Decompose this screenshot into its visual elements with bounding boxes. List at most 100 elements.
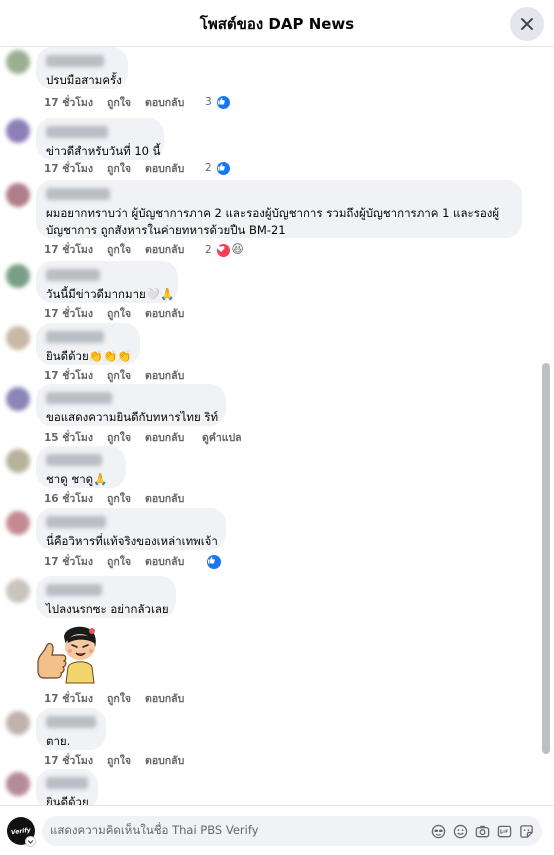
translate-link[interactable]: ดูคำแปล [202, 429, 242, 446]
comment-bubble: ไปลงนรกซะ อย่ากลัวเลย [36, 576, 176, 618]
commenter-name[interactable] [46, 392, 112, 404]
dialog-header: โพสต์ของ DAP News [0, 0, 554, 47]
like-button[interactable]: ถูกใจ [107, 94, 145, 111]
comment-bubble: ตาย. [36, 708, 106, 750]
commenter-avatar[interactable] [6, 711, 30, 735]
commenter-name[interactable] [46, 269, 100, 281]
commenter-avatar[interactable] [6, 326, 30, 350]
comment-text: ยินดีด้วย [46, 795, 89, 805]
like-button[interactable]: ถูกใจ [107, 367, 145, 384]
comment-bubble: วันนี้มีข่าวดีมากมาย🤍🙏 [36, 261, 178, 303]
love-icon [217, 243, 231, 257]
commenter-avatar[interactable] [6, 772, 30, 796]
close-button[interactable] [510, 7, 544, 41]
commenter-name[interactable] [46, 126, 108, 138]
comments-feed[interactable]: ปรบมือสามครั้ง 17 ชั่วโมง ถูกใจ ตอบกลับ … [0, 47, 540, 805]
like-button[interactable]: ถูกใจ [107, 429, 145, 446]
reply-button[interactable]: ตอบกลับ [145, 553, 205, 570]
commenter-name[interactable] [46, 584, 102, 596]
scrollbar-thumb[interactable] [542, 363, 550, 754]
like-button[interactable]: ถูกใจ [107, 160, 145, 177]
commenter-name[interactable] [46, 454, 102, 466]
commenter-name[interactable] [46, 55, 104, 67]
sticker-box-icon[interactable] [519, 824, 534, 839]
like-icon [217, 96, 231, 109]
commenter-name[interactable] [46, 716, 96, 728]
commenter-avatar[interactable] [6, 579, 30, 603]
emoji-icon[interactable] [453, 824, 468, 839]
comment-actions: 17 ชั่วโมง ถูกใจ ตอบกลับ 2 [44, 160, 231, 177]
camera-icon[interactable] [475, 824, 490, 839]
composer-tools [431, 824, 534, 839]
commenter-avatar[interactable] [6, 264, 30, 288]
comment-text: ผมอยากทราบว่า ผู้บัญชาการภาค 2 และรองผู้… [46, 206, 500, 237]
commenter-avatar[interactable] [6, 50, 30, 74]
chevron-down-icon[interactable] [25, 836, 36, 847]
haha-icon: 😆 [231, 241, 244, 256]
like-button[interactable]: ถูกใจ [107, 553, 145, 570]
comment-time[interactable]: 17 ชั่วโมง [44, 553, 107, 570]
reaction-summary[interactable]: 3 [205, 96, 231, 109]
comment-time[interactable]: 15 ชั่วโมง [44, 429, 107, 446]
sticker-icon[interactable] [431, 824, 446, 839]
reply-button[interactable]: ตอบกลับ [145, 305, 205, 322]
commenter-avatar[interactable] [6, 511, 30, 535]
comment-bubble: ยินดีด้วย [36, 769, 98, 805]
comment-text: ยินดีด้วย👏👏👏 [46, 349, 132, 363]
reply-button[interactable]: ตอบกลับ [145, 160, 205, 177]
commenter-avatar[interactable] [6, 449, 30, 473]
commenter-avatar[interactable] [6, 119, 30, 143]
like-button[interactable]: ถูกใจ [107, 752, 145, 769]
comment-actions: 17 ชั่วโมง ถูกใจ ตอบกลับ 2 😆 [44, 241, 244, 258]
comment-actions: 16 ชั่วโมง ถูกใจ ตอบกลับ [44, 490, 205, 507]
reply-button[interactable]: ตอบกลับ [145, 241, 205, 258]
dialog-title: โพสต์ของ DAP News [199, 15, 355, 33]
like-button[interactable]: ถูกใจ [107, 690, 145, 707]
comment-input-placeholder: แสดงความคิดเห็นในชื่อ Thai PBS Verify [50, 823, 259, 837]
commenter-name[interactable] [46, 777, 88, 789]
reply-button[interactable]: ตอบกลับ [145, 752, 205, 769]
gif-icon[interactable] [497, 824, 512, 839]
comment-bubble: ผมอยากทราบว่า ผู้บัญชาการภาค 2 และรองผู้… [36, 180, 522, 238]
reaction-count: 2 [205, 243, 212, 256]
comment-bubble: ยินดีด้วย👏👏👏 [36, 323, 140, 365]
comment-time[interactable]: 17 ชั่วโมง [44, 94, 107, 111]
comment-actions: 17 ชั่วโมง ถูกใจ ตอบกลับ [44, 690, 205, 707]
commenter-avatar[interactable] [6, 183, 30, 207]
like-icon[interactable] [207, 554, 221, 569]
like-button[interactable]: ถูกใจ [107, 241, 145, 258]
reply-button[interactable]: ตอบกลับ [145, 690, 205, 707]
comment-time[interactable]: 17 ชั่วโมง [44, 367, 107, 384]
commenter-avatar[interactable] [6, 387, 30, 411]
commenter-name[interactable] [46, 331, 104, 343]
comment-text: วันนี้มีข่าวดีมากมาย🤍🙏 [46, 287, 175, 301]
like-button[interactable]: ถูกใจ [107, 490, 145, 507]
commenter-name[interactable] [46, 188, 110, 200]
like-button[interactable]: ถูกใจ [107, 305, 145, 322]
comment-text: นี่คือวิหารที่แท้จริงของเหล่าเทพเจ้า [46, 534, 218, 548]
reply-button[interactable]: ตอบกลับ [145, 490, 205, 507]
reply-button[interactable]: ตอบกลับ [145, 367, 205, 384]
like-icon [217, 162, 231, 175]
comment-time[interactable]: 17 ชั่วโมง [44, 241, 107, 258]
reply-button[interactable]: ตอบกลับ [145, 429, 202, 446]
comment-text: ข่าวดีสำหรับวันที่ 10 นี้ [46, 144, 161, 158]
comment-time[interactable]: 16 ชั่วโมง [44, 490, 107, 507]
comment-bubble: ชาดู ชาดู🙏 [36, 446, 126, 488]
comment-time[interactable]: 17 ชั่วโมง [44, 305, 107, 322]
comment-actions: 17 ชั่วโมง ถูกใจ ตอบกลับ [44, 367, 205, 384]
comment-input[interactable]: แสดงความคิดเห็นในชื่อ Thai PBS Verify [42, 816, 542, 846]
comment-time[interactable]: 17 ชั่วโมง [44, 690, 107, 707]
comment-bubble: ขอแสดงความยินดีกับทหารไทย ริท์ [36, 384, 226, 426]
commenter-name[interactable] [46, 516, 106, 528]
comment-text: ชาดู ชาดู🙏 [46, 472, 108, 486]
comment-text: ปรบมือสามครั้ง [46, 73, 122, 87]
reaction-summary[interactable]: 2 😆 [205, 243, 244, 257]
comment-time[interactable]: 17 ชั่วโมง [44, 752, 107, 769]
comment-actions: 17 ชั่วโมง ถูกใจ ตอบกลับ 3 [44, 94, 231, 111]
thumbs-up-girl-sticker[interactable] [34, 623, 100, 687]
comment-bubble: นี่คือวิหารที่แท้จริงของเหล่าเทพเจ้า [36, 508, 226, 550]
comment-time[interactable]: 17 ชั่วโมง [44, 160, 107, 177]
reply-button[interactable]: ตอบกลับ [145, 94, 205, 111]
reaction-summary[interactable]: 2 [205, 162, 231, 175]
